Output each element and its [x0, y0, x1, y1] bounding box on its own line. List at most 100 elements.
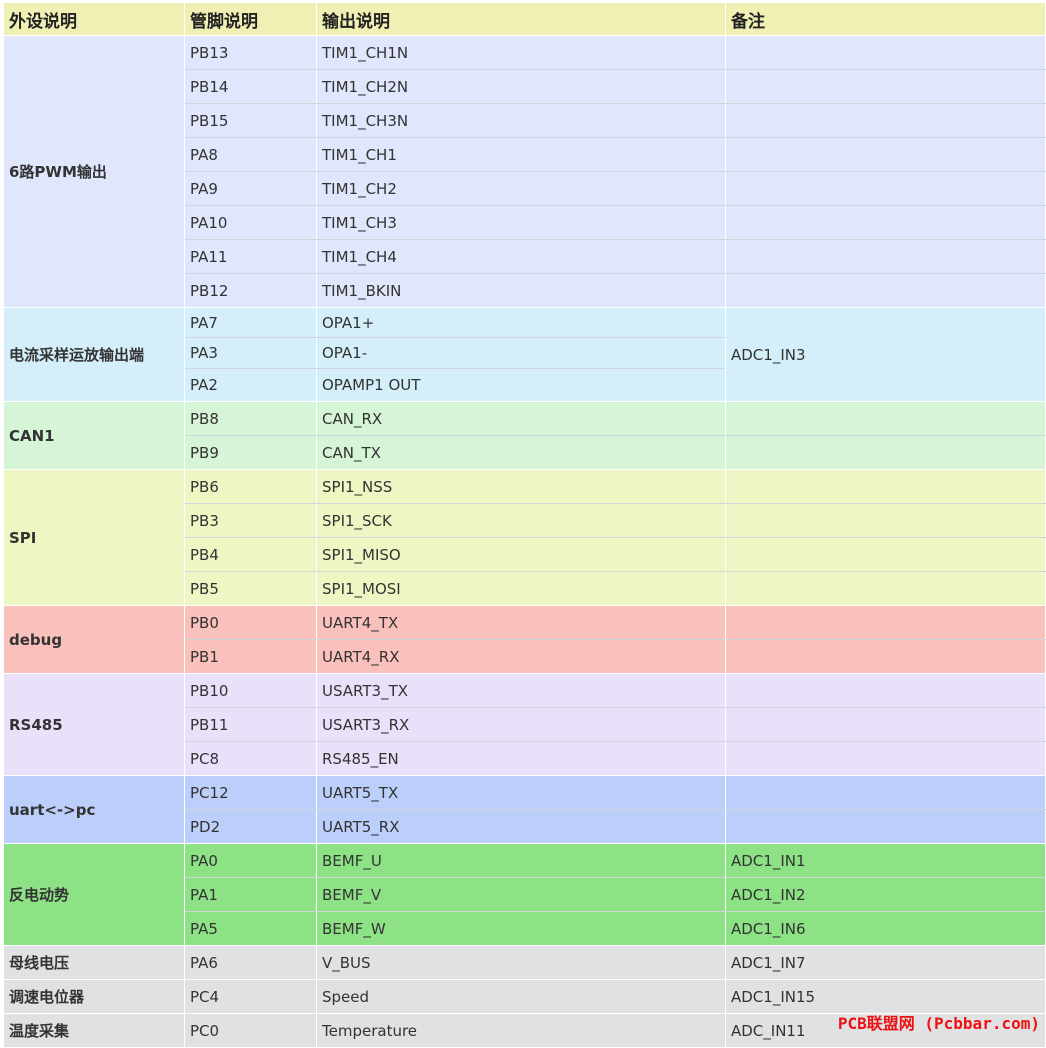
note-cell	[725, 103, 1046, 138]
table-body: 6路PWM输出 PB13 TIM1_CH1N PB14 TIM1_CH2N PB15 TIM…	[3, 35, 1046, 1048]
output-cell: UART5_TX	[316, 775, 726, 810]
peripheral-cell: uart<->pc	[3, 775, 185, 844]
pin-cell: PA5	[184, 911, 317, 946]
output-cell: BEMF_U	[316, 843, 726, 878]
output-cell: SPI1_MOSI	[316, 571, 726, 606]
peripheral-cell: 母线电压	[3, 945, 185, 980]
pin-cell: PB12	[184, 273, 317, 308]
output-cell: OPA1-	[316, 337, 726, 369]
output-cell: TIM1_CH3	[316, 205, 726, 240]
note-cell	[725, 673, 1046, 708]
pin-assignment-table: 外设说明 管脚说明 输出说明 备注 6路PWM输出 PB13 TIM1_CH1N PB…	[3, 2, 1046, 1048]
table-row: 母线电压 PA6 V_BUS ADC1_IN7	[3, 945, 1046, 980]
pin-cell: PB6	[184, 469, 317, 504]
output-cell: CAN_RX	[316, 401, 726, 436]
output-cell: V_BUS	[316, 945, 726, 980]
output-cell: UART4_RX	[316, 639, 726, 674]
output-cell: SPI1_SCK	[316, 503, 726, 538]
note-cell	[725, 205, 1046, 240]
table-row: 电流采样运放输出端 PA7 OPA1+ ADC1_IN3	[3, 307, 1046, 402]
output-cell: USART3_TX	[316, 673, 726, 708]
note-cell: ADC1_IN3	[725, 307, 1046, 402]
note-cell	[725, 35, 1046, 70]
peripheral-cell: 反电动势	[3, 843, 185, 946]
pin-cell: PB14	[184, 69, 317, 104]
peripheral-cell: CAN1	[3, 401, 185, 470]
output-cell: Temperature	[316, 1013, 726, 1048]
output-cell: TIM1_CH2N	[316, 69, 726, 104]
output-cell: CAN_TX	[316, 435, 726, 470]
pin-cell: PB4	[184, 537, 317, 572]
output-cell: SPI1_MISO	[316, 537, 726, 572]
peripheral-cell: 调速电位器	[3, 979, 185, 1014]
watermark: PCB联盟网 (Pcbbar.com)	[837, 1014, 1040, 1033]
peripheral-cell: 6路PWM输出	[3, 35, 185, 308]
output-cell: BEMF_W	[316, 911, 726, 946]
note-cell	[725, 239, 1046, 274]
note-cell	[725, 775, 1046, 810]
pin-cell: PB8	[184, 401, 317, 436]
note-cell: ADC1_IN1	[725, 843, 1046, 878]
pin-cell: PA6	[184, 945, 317, 980]
pin-cell: PA11	[184, 239, 317, 274]
note-cell: ADC1_IN2	[725, 877, 1046, 912]
note-cell: ADC1_IN15	[725, 979, 1046, 1014]
note-cell	[725, 69, 1046, 104]
note-cell	[725, 273, 1046, 308]
output-cell: TIM1_BKIN	[316, 273, 726, 308]
output-cell: OPA1+	[316, 307, 726, 338]
table-row: 6路PWM输出 PB13 TIM1_CH1N	[3, 35, 1046, 308]
header-row: 外设说明 管脚说明 输出说明 备注	[3, 2, 1046, 36]
output-cell: BEMF_V	[316, 877, 726, 912]
peripheral-cell: 温度采集	[3, 1013, 185, 1048]
note-cell: ADC1_IN7	[725, 945, 1046, 980]
note-cell	[725, 741, 1046, 776]
peripheral-cell: debug	[3, 605, 185, 674]
header-note: 备注	[725, 2, 1046, 36]
output-cell: TIM1_CH3N	[316, 103, 726, 138]
pin-cell: PB3	[184, 503, 317, 538]
pin-cell: PA9	[184, 171, 317, 206]
pin-cell: PB11	[184, 707, 317, 742]
output-cell: UART4_TX	[316, 605, 726, 640]
note-cell	[725, 503, 1046, 538]
pin-cell: PC4	[184, 979, 317, 1014]
pin-cell: PA2	[184, 368, 317, 402]
pin-cell: PB9	[184, 435, 317, 470]
output-cell: RS485_EN	[316, 741, 726, 776]
output-cell: TIM1_CH1	[316, 137, 726, 172]
pin-cell: PB0	[184, 605, 317, 640]
note-cell	[725, 137, 1046, 172]
header-pin: 管脚说明	[184, 2, 317, 36]
table-row: RS485 PB10 USART3_TX	[3, 673, 1046, 776]
note-cell	[725, 171, 1046, 206]
output-cell: Speed	[316, 979, 726, 1014]
note-cell	[725, 537, 1046, 572]
pin-cell: PA3	[184, 337, 317, 369]
note-cell: ADC1_IN6	[725, 911, 1046, 946]
note-cell	[725, 809, 1046, 844]
note-cell	[725, 435, 1046, 470]
peripheral-cell: RS485	[3, 673, 185, 776]
pin-cell: PA7	[184, 307, 317, 338]
peripheral-cell: SPI	[3, 469, 185, 606]
note-cell	[725, 707, 1046, 742]
output-cell: OPAMP1 OUT	[316, 368, 726, 402]
table-row: SPI PB6 SPI1_NSS	[3, 469, 1046, 606]
output-cell: TIM1_CH4	[316, 239, 726, 274]
note-cell	[725, 605, 1046, 640]
pin-cell: PB13	[184, 35, 317, 70]
note-cell	[725, 571, 1046, 606]
pin-cell: PD2	[184, 809, 317, 844]
header-output: 输出说明	[316, 2, 726, 36]
pin-cell: PA8	[184, 137, 317, 172]
table-row: CAN1 PB8 CAN_RX	[3, 401, 1046, 470]
output-cell: UART5_RX	[316, 809, 726, 844]
table-row: 反电动势 PA0 BEMF_U ADC1_IN1	[3, 843, 1046, 946]
pin-cell: PC0	[184, 1013, 317, 1048]
table-row: debug PB0 UART4_TX	[3, 605, 1046, 674]
pin-cell: PC8	[184, 741, 317, 776]
table-row: uart<->pc PC12 UART5_TX	[3, 775, 1046, 844]
note-cell	[725, 401, 1046, 436]
output-cell: TIM1_CH1N	[316, 35, 726, 70]
